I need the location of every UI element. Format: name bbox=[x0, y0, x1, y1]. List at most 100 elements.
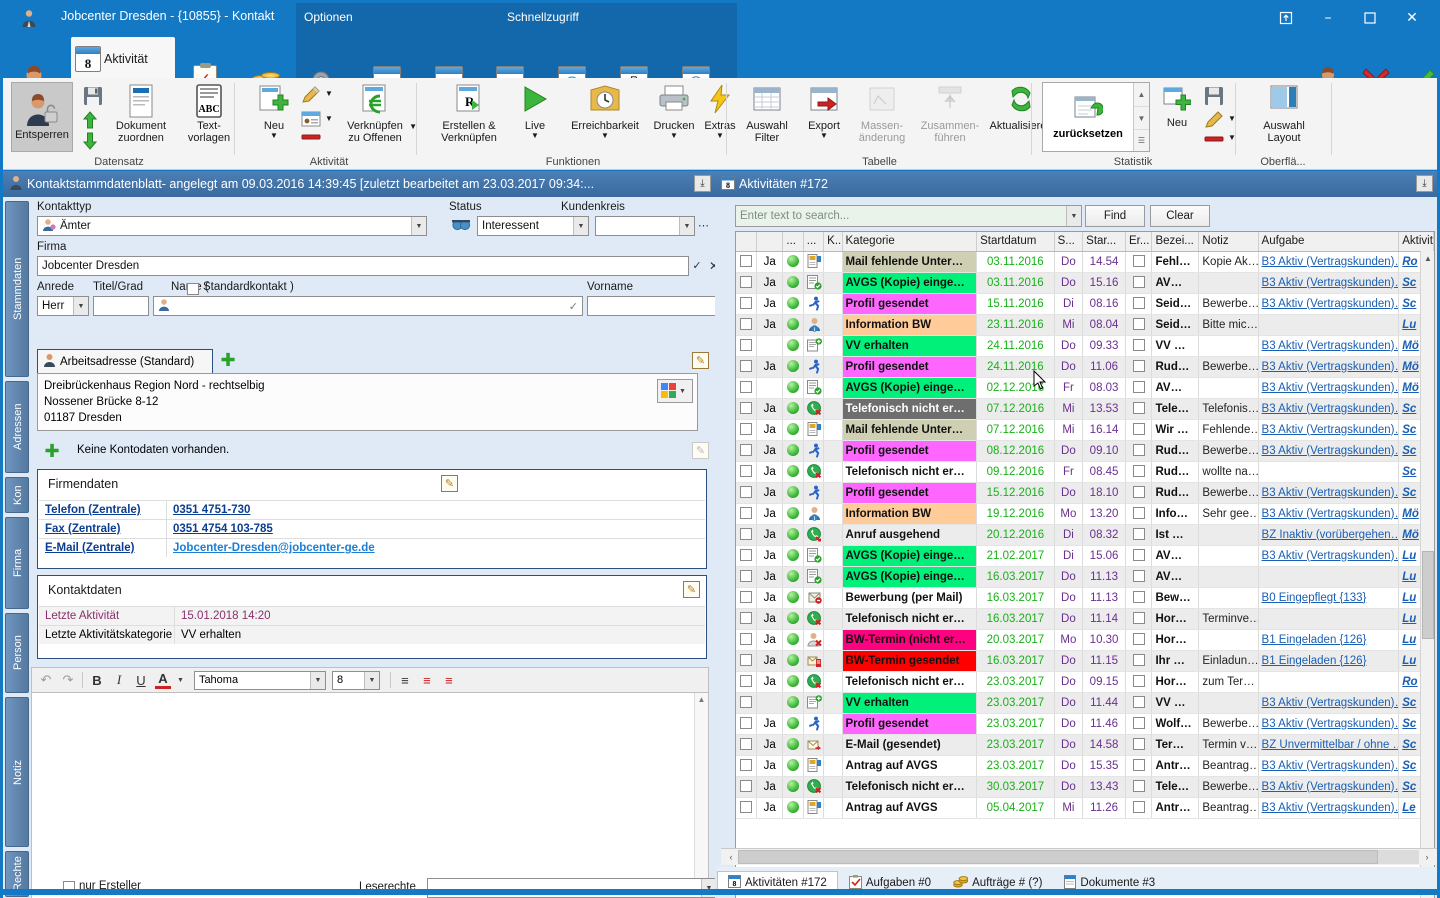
table-row[interactable]: Ja Telefonisch nicht er… 16.03.2017 Do 11.14… bbox=[736, 608, 1434, 630]
table-row[interactable]: Ja Telefonisch nicht er… 09.12.2016 Fr 08.45… bbox=[736, 461, 1434, 483]
italic-button[interactable]: I bbox=[111, 672, 127, 688]
aktivitaet-link[interactable]: Sc bbox=[1402, 466, 1416, 478]
row-erledigt-checkbox[interactable] bbox=[1125, 335, 1153, 357]
activities-grid[interactable]: ......K...KategorieStartdatumS...Star...… bbox=[735, 231, 1435, 898]
row-erledigt-checkbox[interactable] bbox=[1125, 734, 1153, 756]
row-aufgabe[interactable]: B3 Aktiv (Vertragskunden)… bbox=[1258, 398, 1400, 420]
delete-statistik-button[interactable]: ▼ bbox=[1204, 134, 1236, 147]
row-aufgabe[interactable]: B3 Aktiv (Vertragskunden)… bbox=[1258, 272, 1400, 294]
edit-address-icon[interactable]: ✎ bbox=[692, 352, 709, 369]
kontakttyp-input[interactable]: Ämter ▼ bbox=[37, 216, 427, 236]
aufgabe-link[interactable]: B3 Aktiv (Vertragskunden)… bbox=[1262, 781, 1398, 793]
table-row[interactable]: Ja Profil gesendet 23.03.2017 Do 11.46 Wolf… B… bbox=[736, 713, 1434, 735]
close-icon[interactable]: ✕ bbox=[1391, 3, 1433, 33]
vorname-input[interactable] bbox=[587, 296, 721, 316]
scroll-up-icon[interactable]: ▲ bbox=[695, 693, 708, 707]
aufgabe-link[interactable]: B1 Eingeladen {126} bbox=[1262, 655, 1367, 667]
aktivitaet-link[interactable]: Mö bbox=[1402, 361, 1419, 373]
aktivitaet-link[interactable]: Lu bbox=[1402, 319, 1416, 331]
row-erledigt-checkbox[interactable] bbox=[1125, 608, 1153, 630]
row-select-checkbox[interactable] bbox=[736, 545, 757, 567]
grid-horizontal-scrollbar[interactable]: ‹ › bbox=[721, 848, 1437, 865]
chevron-down-icon[interactable]: ▼ bbox=[670, 132, 678, 140]
aufgabe-link[interactable]: B3 Aktiv (Vertragskunden)… bbox=[1262, 403, 1398, 415]
erreichbarkeit-button[interactable]: Erreichbarkeit ▼ bbox=[563, 84, 647, 140]
chevron-down-icon[interactable]: ▼ bbox=[716, 132, 724, 140]
aktivitaet-link[interactable]: Mö bbox=[1402, 340, 1419, 352]
aufgabe-link[interactable]: B0 Eingepflegt {133} bbox=[1262, 592, 1367, 604]
firma-input[interactable]: Jobcenter Dresden bbox=[37, 256, 689, 276]
standardkontakt-checkbox[interactable] bbox=[187, 283, 199, 295]
scroll-more-icon[interactable]: ☰ bbox=[1134, 129, 1149, 151]
edit-kontaktdaten-icon[interactable]: ✎ bbox=[683, 581, 700, 598]
row-erledigt-checkbox[interactable] bbox=[1125, 545, 1153, 567]
aktivitaet-link[interactable]: Sc bbox=[1402, 445, 1416, 457]
statistik-gallery-scrollbar[interactable]: ▲ ▼ ☰ bbox=[1133, 83, 1149, 151]
row-select-checkbox[interactable] bbox=[736, 398, 757, 420]
font-color-button[interactable]: A bbox=[155, 671, 171, 689]
erstellen-verknuepfen-button[interactable]: R Erstellen & Verknüpfen bbox=[431, 84, 507, 144]
aufgabe-link[interactable]: B3 Aktiv (Vertragskunden)… bbox=[1262, 298, 1398, 310]
aktivitaet-link[interactable]: Mö bbox=[1402, 382, 1419, 394]
font-color-dropdown-icon[interactable]: ▼ bbox=[177, 677, 184, 684]
hscrollbar-thumb[interactable] bbox=[738, 850, 1378, 864]
telefon-value[interactable]: 0351 4751-730 bbox=[173, 504, 250, 516]
font-name-select[interactable]: Tahoma ▼ bbox=[193, 670, 326, 690]
tab-schnellzugriff[interactable]: Schnellzugriff bbox=[507, 10, 579, 24]
notiz-editor[interactable]: ▲ ▼ bbox=[31, 693, 709, 898]
aufgabe-link[interactable]: B3 Aktiv (Vertragskunden)… bbox=[1262, 445, 1398, 457]
row-select-checkbox[interactable] bbox=[736, 314, 757, 336]
scroll-up-icon[interactable]: ▲ bbox=[1421, 251, 1434, 266]
table-row[interactable]: Ja Bewerbung (per Mail) 16.03.2017 Do 11.13 B… bbox=[736, 587, 1434, 609]
aktivitaet-link[interactable]: Lu bbox=[1402, 613, 1416, 625]
table-row[interactable]: Ja Mail fehlende Unter… 03.11.2016 Do 14.54 F… bbox=[736, 251, 1434, 273]
pin-icon[interactable]: ⤓ bbox=[694, 175, 711, 192]
address-tab-arbeitsadresse[interactable]: Arbeitsadresse (Standard) bbox=[37, 349, 213, 373]
chevron-down-icon[interactable]: ▼ bbox=[820, 132, 828, 140]
row-erledigt-checkbox[interactable] bbox=[1125, 482, 1153, 504]
row-erledigt-checkbox[interactable] bbox=[1125, 524, 1153, 546]
aktivitaet-link[interactable]: Sc bbox=[1402, 739, 1416, 751]
save-button[interactable] bbox=[83, 86, 103, 109]
statistik-gallery[interactable]: zurücksetzen ▲ ▼ ☰ bbox=[1042, 82, 1150, 152]
row-aufgabe[interactable]: B3 Aktiv (Vertragskunden)… bbox=[1258, 797, 1400, 819]
row-select-checkbox[interactable] bbox=[736, 755, 757, 777]
row-aufgabe[interactable]: B1 Eingeladen {126} bbox=[1258, 629, 1400, 651]
export-button[interactable]: Export ▼ bbox=[801, 84, 847, 140]
row-select-checkbox[interactable] bbox=[736, 356, 757, 378]
row-aufgabe[interactable]: B3 Aktiv (Vertragskunden)… bbox=[1258, 503, 1400, 525]
row-select-checkbox[interactable] bbox=[736, 524, 757, 546]
aufgabe-link[interactable]: B3 Aktiv (Vertragskunden)… bbox=[1262, 277, 1398, 289]
row-select-checkbox[interactable] bbox=[736, 419, 757, 441]
aufgabe-link[interactable]: BZ Unvermittelbar / ohne … bbox=[1262, 739, 1398, 751]
bold-button[interactable]: B bbox=[89, 673, 105, 688]
row-aufgabe[interactable]: B3 Aktiv (Vertragskunden)… bbox=[1258, 293, 1400, 315]
aktivitaet-link[interactable]: Ro bbox=[1402, 256, 1417, 268]
hscroll-track[interactable] bbox=[738, 850, 1419, 864]
table-row[interactable]: Ja i Information BW 19.12.2016 Mo 13.20 Info… S… bbox=[736, 503, 1434, 525]
row-select-checkbox[interactable] bbox=[736, 587, 757, 609]
aktivitaet-link[interactable]: Le bbox=[1402, 802, 1415, 814]
row-select-checkbox[interactable] bbox=[736, 461, 757, 483]
auswahl-filter-button[interactable]: Auswahl Filter bbox=[739, 84, 795, 144]
row-erledigt-checkbox[interactable] bbox=[1125, 419, 1153, 441]
row-aufgabe[interactable]: B3 Aktiv (Vertragskunden)… bbox=[1258, 356, 1400, 378]
row-erledigt-checkbox[interactable] bbox=[1125, 566, 1153, 588]
font-name-dropdown-icon[interactable]: ▼ bbox=[309, 671, 325, 689]
row-select-checkbox[interactable] bbox=[736, 335, 757, 357]
aktivitaet-link[interactable]: Ro bbox=[1402, 676, 1417, 688]
kontakttyp-dropdown-icon[interactable]: ▼ bbox=[411, 217, 426, 235]
column-header[interactable]: Notiz bbox=[1198, 232, 1259, 252]
row-erledigt-checkbox[interactable] bbox=[1125, 293, 1153, 315]
table-row[interactable]: Ja AVGS (Kopie) einge… 16.03.2017 Do 11.13 AV… bbox=[736, 566, 1434, 588]
clear-button[interactable]: Clear bbox=[1150, 205, 1210, 227]
telefon-label[interactable]: Telefon (Zentrale) bbox=[45, 504, 141, 516]
font-size-dropdown-icon[interactable]: ▼ bbox=[363, 671, 379, 689]
aktivitaet-link[interactable]: Sc bbox=[1402, 487, 1416, 499]
row-aufgabe[interactable] bbox=[1258, 314, 1400, 336]
undo-icon[interactable]: ↶ bbox=[38, 672, 54, 688]
aufgabe-link[interactable]: B3 Aktiv (Vertragskunden)… bbox=[1262, 361, 1398, 373]
aktivitaet-link[interactable]: Sc bbox=[1402, 781, 1416, 793]
neu-aktivitaet-button[interactable]: Neu ▼ bbox=[255, 84, 293, 140]
kundenkreis-more-button[interactable]: ⋯ bbox=[696, 216, 711, 236]
